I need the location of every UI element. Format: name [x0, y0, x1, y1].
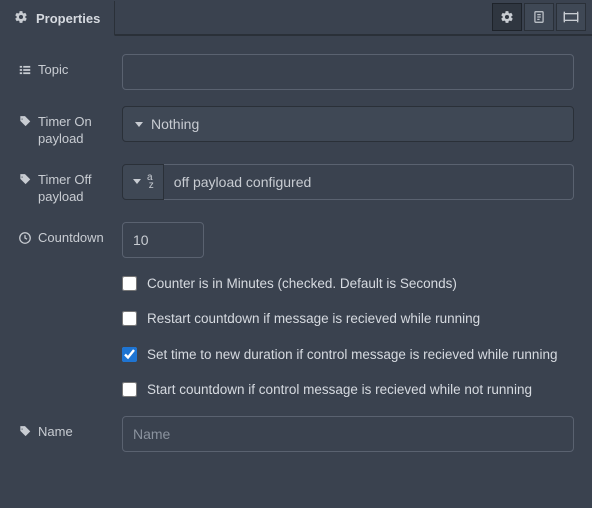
checkbox-restart[interactable]: [122, 311, 137, 326]
layout-icon-button[interactable]: [556, 3, 586, 31]
label-countdown: Countdown: [18, 222, 122, 247]
label-timer-on: Timer On payload: [18, 106, 122, 148]
label-name: Name: [18, 416, 122, 441]
checkbox-startif-label: Start countdown if control message is re…: [147, 380, 532, 400]
tab-action-icons: [492, 0, 592, 35]
chevron-down-icon: [135, 122, 143, 127]
properties-panel: Properties Topic: [0, 0, 592, 508]
timer-off-input[interactable]: [164, 164, 574, 200]
gear-icon: [14, 10, 28, 27]
chevron-down-icon: [133, 179, 141, 184]
form-body: Topic Timer On payload Nothing Timer Off: [0, 36, 592, 486]
checkbox-restart-label: Restart countdown if message is recieved…: [147, 309, 480, 329]
checkbox-settime-label: Set time to new duration if control mess…: [147, 345, 557, 365]
checkbox-settime[interactable]: [122, 347, 137, 362]
tag-icon: [18, 115, 32, 129]
clock-icon: [18, 231, 32, 245]
timer-on-dropdown[interactable]: Nothing: [122, 106, 574, 142]
countdown-input[interactable]: [122, 222, 204, 258]
checkbox-startif[interactable]: [122, 382, 137, 397]
tab-title: Properties: [36, 11, 100, 26]
checkbox-minutes[interactable]: [122, 276, 137, 291]
name-input[interactable]: [122, 416, 574, 452]
tag-icon: [18, 425, 32, 439]
tab-bar: Properties: [0, 0, 592, 36]
list-icon: [18, 63, 32, 77]
label-timer-off: Timer Off payload: [18, 164, 122, 206]
timer-off-type-button[interactable]: a z: [122, 164, 164, 200]
label-topic: Topic: [18, 54, 122, 79]
tab-properties[interactable]: Properties: [0, 1, 115, 36]
document-icon-button[interactable]: [524, 3, 554, 31]
tag-icon: [18, 173, 32, 187]
string-type-icon: a z: [147, 174, 153, 190]
topic-input[interactable]: [122, 54, 574, 90]
checkbox-minutes-label: Counter is in Minutes (checked. Default …: [147, 274, 457, 294]
settings-icon-button[interactable]: [492, 3, 522, 31]
